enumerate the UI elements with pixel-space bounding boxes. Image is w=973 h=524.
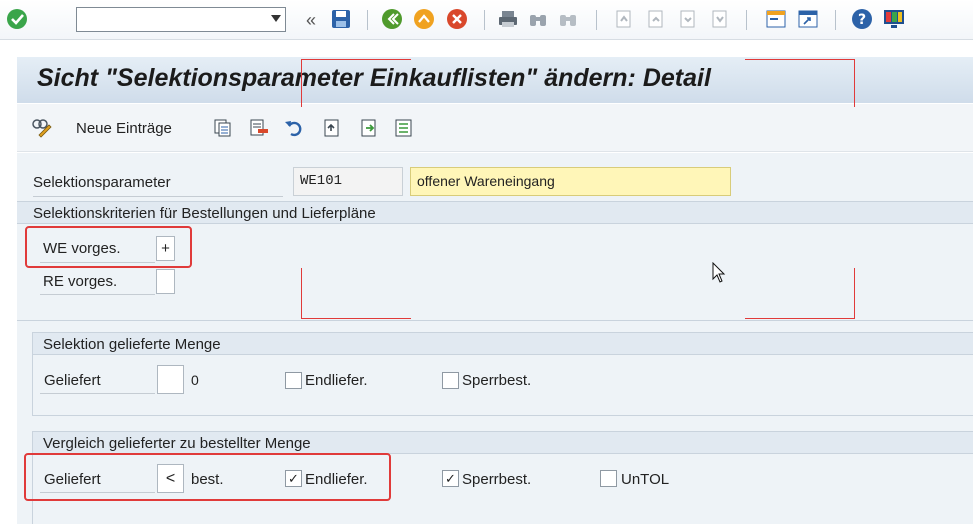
mouse-cursor-icon <box>712 261 726 288</box>
undo-icon[interactable] <box>284 118 304 138</box>
re-vorges-field[interactable] <box>156 269 175 294</box>
collapse-arrows-icon[interactable]: « <box>300 9 322 31</box>
bracket-top-right-v <box>854 59 855 107</box>
last-page-icon[interactable] <box>708 8 730 30</box>
untol-label: UnTOL <box>621 471 670 488</box>
command-field[interactable] <box>76 7 286 32</box>
chevron-down-icon[interactable] <box>271 15 281 22</box>
bracket-bottom-right-v <box>854 268 855 319</box>
bracket-top-left-h <box>301 59 411 60</box>
next-entry-icon[interactable] <box>358 118 378 138</box>
first-page-icon[interactable] <box>612 8 634 30</box>
re-vorges-label: RE vorges. <box>43 273 118 290</box>
selektionsparameter-label: Selektionsparameter <box>33 174 171 191</box>
find-next-icon[interactable] <box>557 8 579 30</box>
compare-sperrbest-label: Sperrbest. <box>462 471 532 488</box>
find-icon[interactable] <box>527 8 549 30</box>
shortcut-icon[interactable] <box>797 8 819 30</box>
next-page-icon[interactable] <box>676 8 698 30</box>
bracket-bottom-left-v <box>301 268 302 319</box>
page-title: Sicht "Selektionsparameter Einkauflisten… <box>37 64 711 92</box>
help-icon[interactable]: ? <box>851 8 873 30</box>
print-icon[interactable] <box>497 8 519 30</box>
enter-check-icon[interactable] <box>6 8 28 30</box>
application-toolbar: Neue Einträge <box>17 104 973 152</box>
bracket-top-right-h <box>745 59 855 60</box>
endliefer-checkbox[interactable] <box>285 372 302 389</box>
highlight-compare-row <box>24 453 391 501</box>
exit-icon[interactable] <box>413 8 435 30</box>
delete-icon[interactable] <box>249 118 269 138</box>
previous-page-icon[interactable] <box>644 8 666 30</box>
untol-checkbox[interactable] <box>600 470 617 487</box>
display-change-icon[interactable] <box>31 118 52 138</box>
sperrbest-label: Sperrbest. <box>462 372 532 389</box>
previous-entry-icon[interactable] <box>321 118 341 138</box>
sperrbest-checkbox[interactable] <box>442 372 459 389</box>
geliefert-label: Geliefert <box>44 372 101 389</box>
selection-criteria-title: Selektionskriterien für Bestellungen und… <box>17 202 973 224</box>
new-entries-button[interactable]: Neue Einträge <box>76 120 172 137</box>
select-block-icon[interactable] <box>394 118 414 138</box>
title-bar: Sicht "Selektionsparameter Einkauflisten… <box>17 57 973 103</box>
bracket-bottom-left-h <box>301 318 411 319</box>
bracket-bottom-right-h <box>745 318 855 319</box>
compare-sperrbest-checkbox[interactable]: ✓ <box>442 470 459 487</box>
endliefer-label: Endliefer. <box>305 372 368 389</box>
delivered-quantity-title: Selektion gelieferte Menge <box>33 333 973 355</box>
new-session-icon[interactable] <box>765 8 787 30</box>
back-icon[interactable] <box>381 8 403 30</box>
system-toolbar: « ? <box>0 0 973 40</box>
selektionsparameter-code-field: WE101 <box>293 167 403 196</box>
bracket-top-left-v <box>301 59 302 107</box>
highlight-we-vorges <box>25 226 192 268</box>
selektionsparameter-description-field[interactable]: offener Wareneingang <box>410 167 731 196</box>
compare-quantity-title: Vergleich gelieferter zu bestellter Meng… <box>33 432 973 454</box>
geliefert-value: 0 <box>191 372 199 388</box>
geliefert-operator-field[interactable] <box>157 365 184 394</box>
customize-layout-icon[interactable] <box>883 8 905 30</box>
svg-text:?: ? <box>858 12 866 28</box>
save-icon[interactable] <box>330 8 352 30</box>
cancel-icon[interactable] <box>446 8 468 30</box>
copy-as-icon[interactable] <box>213 118 233 138</box>
